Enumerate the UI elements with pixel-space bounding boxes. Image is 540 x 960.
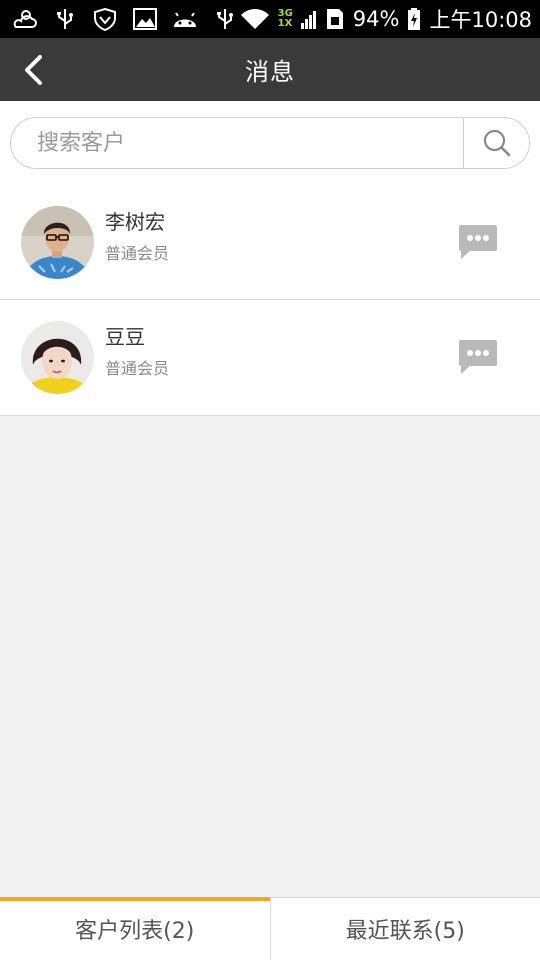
network-type: 3G 1X [278,9,293,29]
bottom-tab-bar: 客户列表(2) 最近联系(5) [0,897,540,960]
app-header: 消息 [0,38,540,101]
shield-icon [94,7,116,31]
chat-bubble-icon [459,225,497,259]
weather-icon [13,10,37,28]
chat-button[interactable] [458,223,498,261]
chevron-left-icon [25,54,42,85]
battery-charging-icon [408,8,421,30]
chat-button[interactable] [458,338,498,376]
avatar [21,321,94,394]
battery-level: 94% [352,7,400,31]
android-icon [174,12,196,27]
image-icon [133,8,157,30]
sim-card-icon [326,9,343,29]
avatar [21,206,94,279]
tab-recent-contacts[interactable]: 最近联系(5) [269,898,540,960]
contact-name: 豆豆 [105,325,145,349]
contact-item[interactable]: 李树宏 普通会员 [0,185,540,300]
status-bar-system: 3G 1X 94% 上午10:08 [240,4,532,34]
search-icon [483,129,510,157]
page-title: 消息 [245,58,295,86]
member-level: 普通会员 [105,359,170,378]
search-box [10,117,530,169]
wifi-icon [240,9,269,29]
avatar-man-icon [21,206,94,279]
usb-icon [57,9,73,29]
contact-list: 李树宏 普通会员 豆豆 普通会员 [0,185,540,416]
status-bar-notifications [12,7,238,31]
search-bar [0,101,540,185]
clock: 上午10:08 [429,8,532,32]
network-1x-label: 1X [277,18,293,29]
signal-icon [300,11,316,29]
member-level: 普通会员 [105,244,170,263]
search-button[interactable] [463,118,529,168]
contact-name: 李树宏 [105,210,165,234]
tab-customer-list[interactable]: 客户列表(2) [0,897,270,960]
back-button[interactable] [8,38,58,101]
search-input[interactable] [11,118,463,168]
usb-icon [217,9,233,29]
avatar-woman-icon [21,321,94,394]
status-bar: 3G 1X 94% 上午10:08 [0,0,540,38]
chat-bubble-icon [459,340,497,374]
contact-item[interactable]: 豆豆 普通会员 [0,300,540,416]
